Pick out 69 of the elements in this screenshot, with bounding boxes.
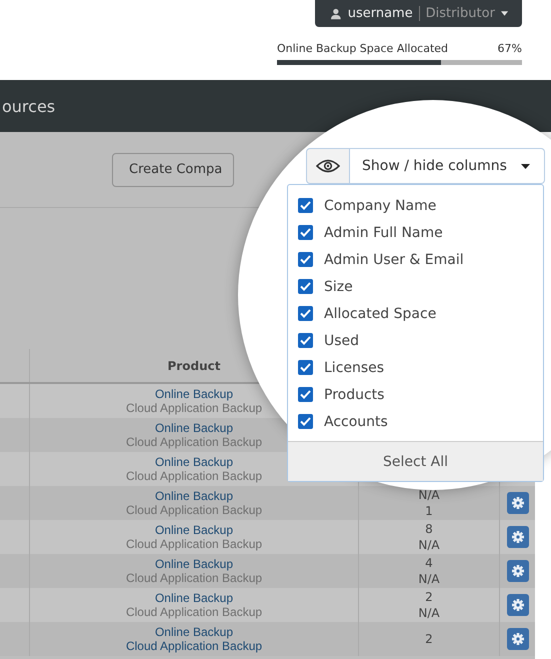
product-name[interactable]: Cloud Application Backup <box>126 639 262 653</box>
checkbox[interactable] <box>298 306 313 321</box>
caret-icon <box>500 11 508 16</box>
checkbox[interactable] <box>298 360 313 375</box>
product-name: Cloud Application Backup <box>126 605 262 619</box>
button-label: Show / hide columns <box>362 158 507 174</box>
checkbox[interactable] <box>298 387 313 402</box>
column-option[interactable]: Admin Full Name <box>324 224 443 240</box>
license-count: N/A <box>418 487 440 503</box>
gear-icon <box>512 531 524 543</box>
caret-icon <box>521 164 530 168</box>
product-name[interactable]: Online Backup <box>154 421 234 435</box>
license-count: 1 <box>425 503 433 519</box>
column-option[interactable]: Accounts <box>324 414 388 430</box>
product-name[interactable]: Online Backup <box>154 557 234 571</box>
column-option[interactable]: Products <box>324 386 384 402</box>
checkbox[interactable] <box>298 333 313 348</box>
eye-icon <box>316 159 340 173</box>
product-name: Cloud Application Backup <box>126 469 262 483</box>
checkbox[interactable] <box>298 198 313 213</box>
product-name[interactable]: Online Backup <box>154 489 234 503</box>
storage-label: Online Backup Space Allocated <box>277 42 448 55</box>
user-icon <box>331 8 341 20</box>
show-hide-columns-button[interactable]: Show / hide columns <box>350 148 545 184</box>
license-count: 2 <box>425 631 433 647</box>
user-menu-button[interactable]: username Distributor <box>315 0 522 27</box>
product-name[interactable]: Online Backup <box>154 387 234 401</box>
product-name: Cloud Application Backup <box>126 571 262 585</box>
column-header: Product <box>168 358 220 372</box>
settings-button[interactable] <box>506 594 528 616</box>
settings-button[interactable] <box>506 492 528 514</box>
page-title: ources <box>2 96 56 116</box>
checkbox[interactable] <box>298 252 313 267</box>
license-count: N/A <box>418 537 440 553</box>
checkbox[interactable] <box>298 279 313 294</box>
gear-icon <box>512 633 524 645</box>
eye-button[interactable] <box>306 148 350 184</box>
gear-icon <box>512 599 524 611</box>
column-option[interactable]: Allocated Space <box>324 306 436 322</box>
product-name: Cloud Application Backup <box>126 401 262 415</box>
column-option[interactable]: Company Name <box>324 198 436 214</box>
settings-button[interactable] <box>506 526 528 548</box>
settings-button[interactable] <box>506 628 528 650</box>
gear-icon <box>512 497 524 509</box>
product-name[interactable]: Online Backup <box>154 455 234 469</box>
license-count: N/A <box>418 571 440 587</box>
settings-button[interactable] <box>506 560 528 582</box>
checkbox[interactable] <box>298 225 313 240</box>
license-count: N/A <box>418 605 440 621</box>
license-count: 8 <box>425 521 433 537</box>
license-count: 2 <box>425 589 433 605</box>
checkbox[interactable] <box>298 414 313 429</box>
column-option[interactable]: Admin User & Email <box>324 252 464 268</box>
gear-icon <box>512 565 524 577</box>
product-name: Cloud Application Backup <box>126 435 262 449</box>
product-name[interactable]: Online Backup <box>154 523 234 537</box>
product-name[interactable]: Online Backup <box>154 625 234 639</box>
product-name: Cloud Application Backup <box>126 537 262 551</box>
username: username <box>348 6 413 21</box>
product-name[interactable]: Online Backup <box>154 591 234 605</box>
license-count: 4 <box>425 555 433 571</box>
column-option[interactable]: Used <box>324 332 360 348</box>
storage-percent: 67% <box>498 42 522 55</box>
column-option[interactable]: Size <box>324 278 353 294</box>
product-name: Cloud Application Backup <box>126 503 262 517</box>
create-company-button[interactable]: Create Compa <box>112 152 234 186</box>
column-option[interactable]: Licenses <box>324 360 384 376</box>
user-role: Distributor <box>426 6 495 21</box>
select-all-button[interactable]: Select All <box>288 441 543 481</box>
